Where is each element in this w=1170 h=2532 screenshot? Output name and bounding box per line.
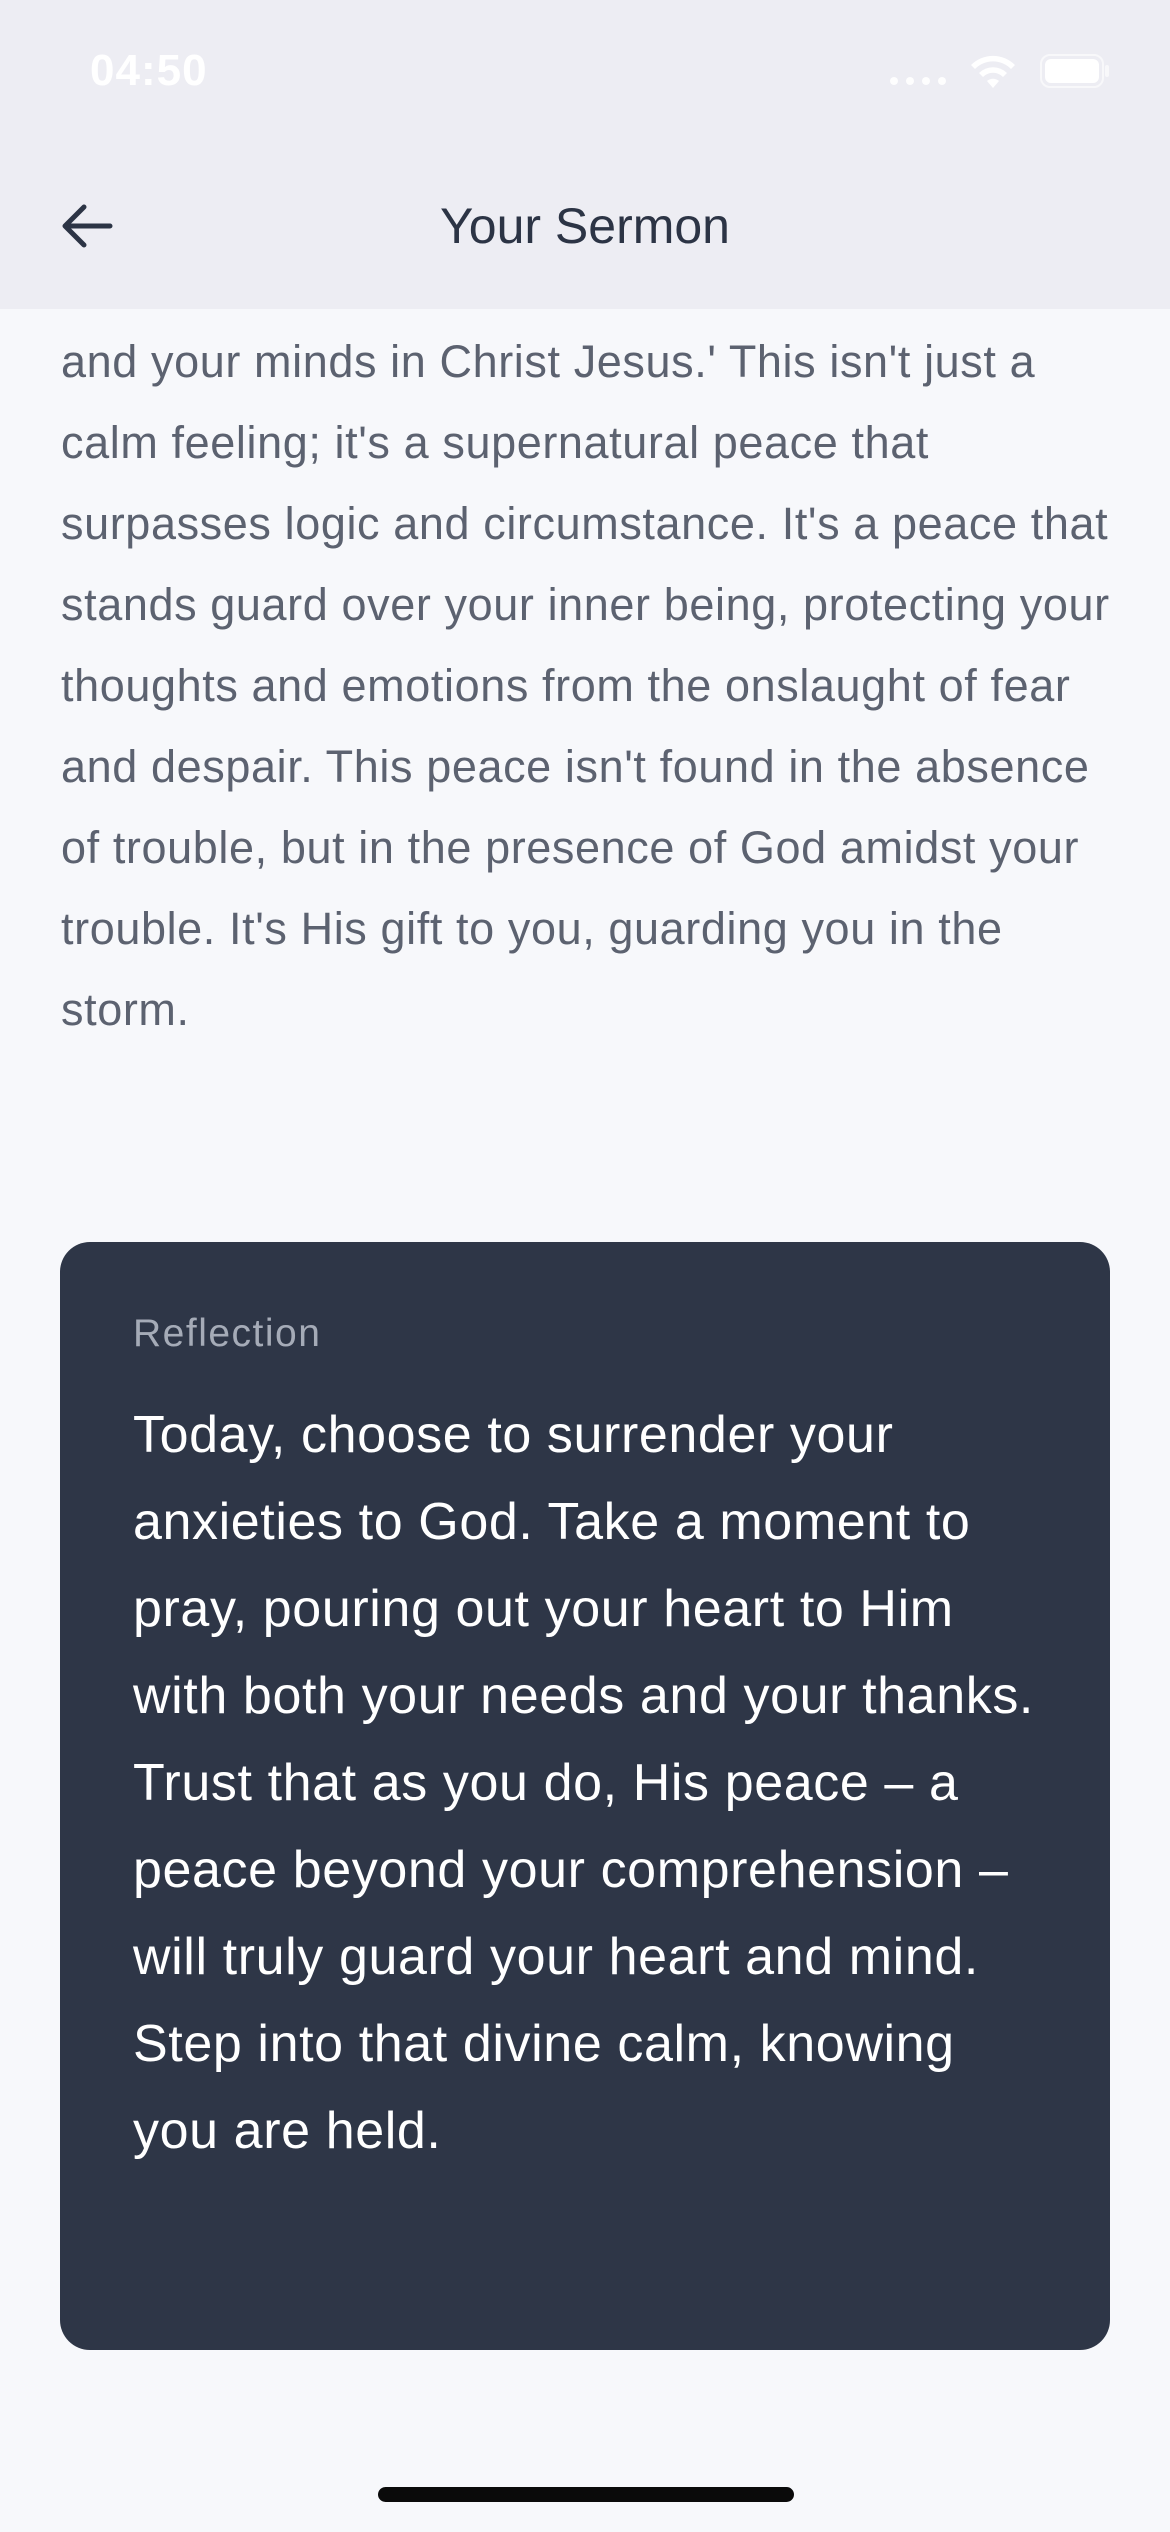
reflection-label: Reflection bbox=[133, 1312, 322, 1355]
reflection-card: Reflection Today, choose to surrender yo… bbox=[60, 1242, 1110, 2350]
cellular-signal-icon bbox=[890, 57, 946, 85]
sermon-scroll-content[interactable]: transcends all understanding, will guard… bbox=[0, 309, 1170, 2532]
status-time: 04:50 bbox=[90, 46, 208, 95]
home-indicator[interactable] bbox=[378, 2487, 794, 2502]
battery-icon bbox=[1040, 54, 1110, 88]
status-indicators bbox=[890, 52, 1110, 90]
page-title: Your Sermon bbox=[440, 198, 730, 254]
sermon-body-text: transcends all understanding, will guard… bbox=[61, 336, 1110, 1035]
app-header: 04:50 Your Sermon bbox=[0, 0, 1170, 309]
reflection-text: Today, choose to surrender your anxietie… bbox=[133, 1406, 1034, 2160]
wifi-icon bbox=[968, 52, 1018, 90]
